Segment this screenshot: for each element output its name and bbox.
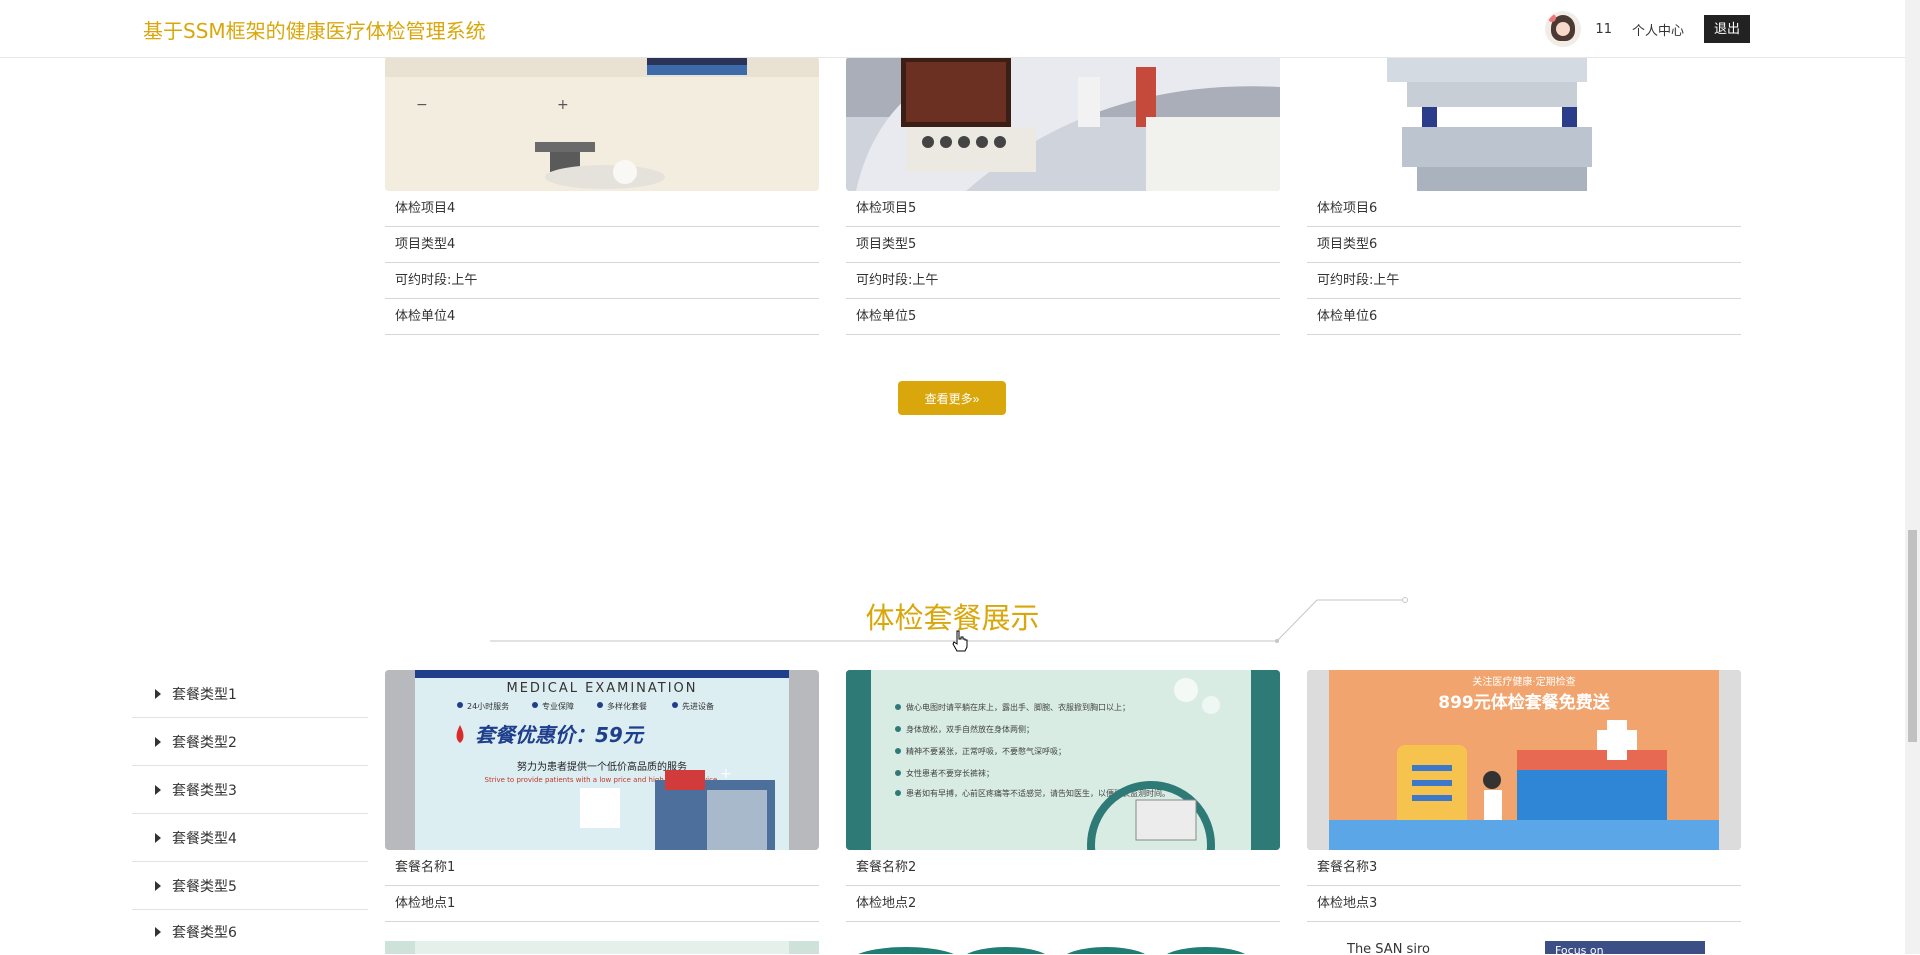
poster-text: 套餐优惠价：59元	[475, 723, 645, 747]
package-image[interactable]: 关注医疗健康·定期检查 899元体检套餐免费送	[1307, 670, 1741, 850]
poster-text: 身体放松，双手自然放在身体两侧；	[906, 724, 1034, 734]
personal-center-link[interactable]: 个人中心	[1632, 20, 1684, 39]
user-area: 11 个人中心 退出	[1545, 11, 1750, 47]
project-time-slot: 可约时段:上午	[1307, 263, 1741, 299]
poster-text: MEDICAL EXAMINATION	[506, 681, 697, 696]
project-card-5[interactable]: 体检项目5 项目类型5 可约时段:上午 体检单位5	[846, 57, 1280, 335]
package-card-1[interactable]: MEDICAL EXAMINATION 24小时服务 专业保障 多样化套餐 先进…	[385, 670, 819, 922]
poster-text: 多样化套餐	[607, 701, 647, 711]
package-name[interactable]: 套餐名称2	[846, 850, 1280, 886]
category-label: 套餐类型6	[172, 924, 237, 941]
poster-text: 关注医疗健康·定期检查	[1472, 675, 1575, 688]
user-avatar[interactable]	[1545, 11, 1582, 47]
poster-text: 女性患者不要穿长裤袜；	[906, 768, 994, 778]
logout-button[interactable]: 退出	[1703, 15, 1750, 43]
poster-text: 做心电图时请平躺在床上，露出手、脚腕、衣服掀到胸口以上；	[906, 702, 1130, 712]
project-type: 项目类型5	[846, 227, 1280, 263]
package-card-2[interactable]: 做心电图时请平躺在床上，露出手、脚腕、衣服掀到胸口以上； 身体放松，双手自然放在…	[846, 670, 1280, 922]
project-time-slot: 可约时段:上午	[385, 263, 819, 299]
username: 11	[1595, 21, 1612, 37]
project-card-6[interactable]: 体检项目6 项目类型6 可约时段:上午 体检单位6	[1307, 57, 1741, 335]
project-image[interactable]	[1307, 57, 1741, 191]
package-card-4-peek[interactable]	[385, 940, 819, 954]
poster-text: 精神不要紧张，正常呼吸，不要憋气深呼吸；	[906, 746, 1066, 756]
caret-right-icon	[155, 688, 161, 699]
svg-text:−: −	[416, 97, 428, 113]
package-image[interactable]: MEDICAL EXAMINATION 24小时服务 专业保障 多样化套餐 先进…	[385, 670, 819, 850]
project-name[interactable]: 体检项目6	[1307, 191, 1741, 227]
poster-text: 24小时服务	[467, 701, 509, 711]
project-unit: 体检单位6	[1307, 299, 1741, 335]
poster-text: 899元体检套餐免费送	[1438, 692, 1610, 713]
page-scrollbar[interactable]	[1905, 0, 1920, 954]
caret-right-icon	[155, 880, 161, 891]
scrollbar-thumb[interactable]	[1908, 530, 1917, 742]
title-decoration	[490, 597, 1408, 643]
package-category-3[interactable]: 套餐类型3	[132, 766, 368, 814]
poster-text: 专业保障	[542, 701, 574, 711]
package-location: 体检地点2	[846, 886, 1280, 922]
package-category-1[interactable]: 套餐类型1	[132, 670, 368, 718]
package-category-2[interactable]: 套餐类型2	[132, 718, 368, 766]
package-image[interactable]: 做心电图时请平躺在床上，露出手、脚腕、衣服掀到胸口以上； 身体放松，双手自然放在…	[846, 670, 1280, 850]
category-label: 套餐类型3	[172, 782, 237, 799]
site-title[interactable]: 基于SSM框架的健康医疗体检管理系统	[143, 15, 486, 44]
package-category-4[interactable]: 套餐类型4	[132, 814, 368, 862]
top-header: 基于SSM框架的健康医疗体检管理系统 11 个人中心 退出	[0, 0, 1905, 58]
hand-cursor-icon	[952, 630, 968, 652]
category-label: 套餐类型4	[172, 830, 237, 847]
package-category-5[interactable]: 套餐类型5	[132, 862, 368, 910]
package-card-6-peek[interactable]: The SAN siro Focus on	[1307, 940, 1741, 954]
svg-text:+: +	[557, 97, 569, 113]
project-unit: 体检单位4	[385, 299, 819, 335]
package-name[interactable]: 套餐名称3	[1307, 850, 1741, 886]
project-image[interactable]: − +	[385, 57, 819, 191]
caret-right-icon	[155, 784, 161, 795]
project-time-slot: 可约时段:上午	[846, 263, 1280, 299]
project-type: 项目类型6	[1307, 227, 1741, 263]
package-name[interactable]: 套餐名称1	[385, 850, 819, 886]
package-location: 体检地点1	[385, 886, 819, 922]
project-unit: 体检单位5	[846, 299, 1280, 335]
project-name[interactable]: 体检项目5	[846, 191, 1280, 227]
caret-right-icon	[155, 832, 161, 843]
poster-text: 努力为患者提供一个低价高品质的服务	[517, 760, 687, 773]
project-image[interactable]	[846, 57, 1280, 191]
svg-text:+: +	[720, 766, 732, 782]
category-label: 套餐类型2	[172, 734, 237, 751]
view-more-button[interactable]: 查看更多»	[898, 381, 1006, 415]
package-location: 体检地点3	[1307, 886, 1741, 922]
category-label: 套餐类型5	[172, 878, 237, 895]
project-type: 项目类型4	[385, 227, 819, 263]
peek-text: Focus on	[1555, 944, 1604, 954]
package-category-6[interactable]: 套餐类型6	[132, 908, 368, 955]
project-name[interactable]: 体检项目4	[385, 191, 819, 227]
category-label: 套餐类型1	[172, 686, 237, 703]
peek-text: The SAN siro	[1346, 942, 1430, 954]
package-card-5-peek[interactable]	[846, 940, 1280, 954]
package-card-3[interactable]: 关注医疗健康·定期检查 899元体检套餐免费送 套餐名称3 体检地点3	[1307, 670, 1741, 922]
caret-right-icon	[155, 926, 161, 937]
project-card-4[interactable]: − + 体检项目4 项目类型4 可约时段:上午 体检单位4	[385, 57, 819, 335]
poster-text: 先进设备	[682, 701, 714, 711]
caret-right-icon	[155, 736, 161, 747]
